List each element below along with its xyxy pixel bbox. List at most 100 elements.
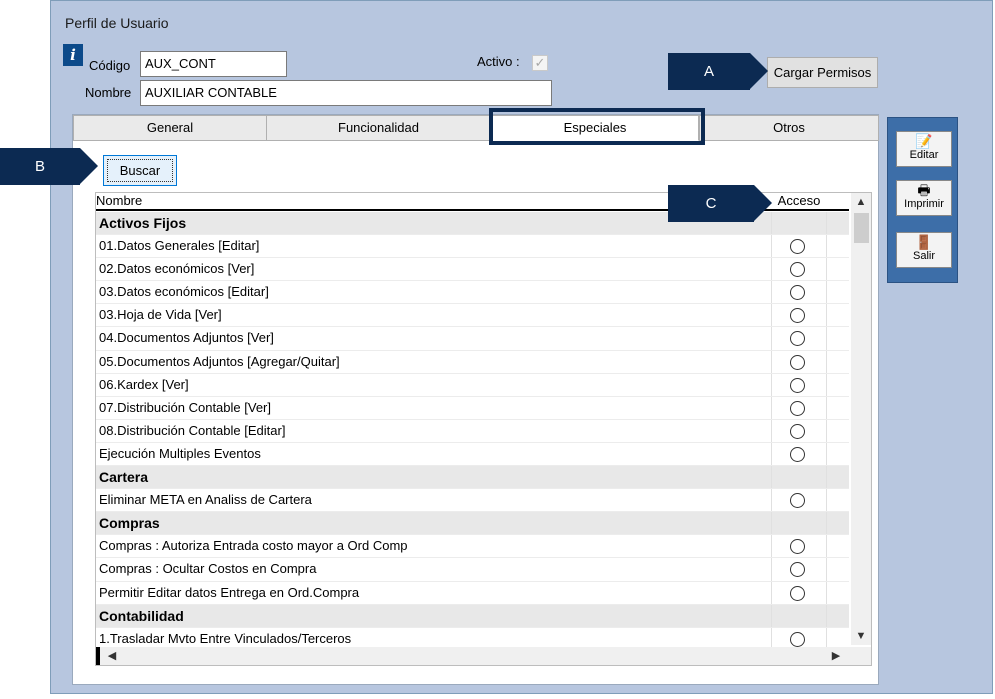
acceso-radio[interactable] bbox=[790, 377, 805, 393]
permission-name: Compras : Ocultar Costos en Compra bbox=[99, 561, 317, 577]
acceso-radio[interactable] bbox=[790, 493, 805, 509]
acceso-cell bbox=[771, 489, 826, 512]
table-row[interactable]: Compras : Ocultar Costos en Compra bbox=[96, 558, 849, 582]
table-row[interactable]: Compras : Autoriza Entrada costo mayor a… bbox=[96, 535, 849, 559]
extra-cell bbox=[826, 442, 849, 466]
table-row[interactable]: 03.Datos económicos [Editar] bbox=[96, 281, 849, 305]
editar-label: Editar bbox=[909, 149, 939, 161]
extra-cell bbox=[826, 604, 849, 627]
text-cursor bbox=[96, 647, 100, 665]
cargar-permisos-button[interactable]: Cargar Permisos bbox=[767, 57, 878, 88]
acceso-radio[interactable] bbox=[790, 262, 805, 278]
codigo-field[interactable]: AUX_CONT bbox=[140, 51, 287, 77]
extra-cell bbox=[826, 466, 849, 489]
horizontal-scrollbar[interactable]: ◀ ▶ bbox=[96, 647, 871, 665]
acceso-radio[interactable] bbox=[790, 285, 805, 301]
nombre-field[interactable]: AUXILIAR CONTABLE bbox=[140, 80, 552, 106]
acceso-radio[interactable] bbox=[790, 585, 805, 601]
acceso-radio[interactable] bbox=[790, 308, 805, 324]
tab-bar: General Funcionalidad Especiales Otros bbox=[73, 115, 879, 141]
table-row[interactable]: 04.Documentos Adjuntos [Ver] bbox=[96, 327, 849, 351]
tab-general[interactable]: General bbox=[73, 115, 267, 141]
scroll-thumb[interactable] bbox=[854, 213, 869, 243]
salir-label: Salir bbox=[912, 250, 935, 262]
table-row[interactable]: 02.Datos económicos [Ver] bbox=[96, 258, 849, 282]
scroll-left-icon[interactable]: ◀ bbox=[103, 647, 121, 665]
tab-otros[interactable]: Otros bbox=[699, 115, 879, 141]
acceso-radio[interactable] bbox=[790, 239, 805, 255]
callout-c: C bbox=[668, 185, 772, 222]
table-row[interactable]: 01.Datos Generales [Editar] bbox=[96, 235, 849, 259]
table-row[interactable]: Ejecución Multiples Eventos bbox=[96, 442, 849, 467]
tab-especiales[interactable]: Especiales bbox=[491, 115, 699, 141]
acceso-radio[interactable] bbox=[790, 446, 805, 462]
acceso-cell bbox=[771, 604, 826, 627]
acceso-cell bbox=[771, 581, 826, 604]
vertical-scrollbar[interactable]: ▲ ▼ bbox=[851, 193, 871, 645]
permission-name: 05.Documentos Adjuntos [Agregar/Quitar] bbox=[99, 353, 340, 369]
editar-button[interactable]: 📝 Editar bbox=[896, 131, 952, 167]
permission-name: 08.Distribución Contable [Editar] bbox=[99, 422, 286, 438]
group-row: Cartera bbox=[96, 466, 849, 490]
callout-a: A bbox=[668, 53, 768, 90]
activo-label: Activo : bbox=[477, 54, 520, 69]
permission-name: 07.Distribución Contable [Ver] bbox=[99, 399, 271, 415]
scroll-down-icon[interactable]: ▼ bbox=[851, 627, 871, 645]
table-row[interactable]: 05.Documentos Adjuntos [Agregar/Quitar] bbox=[96, 350, 849, 374]
table-row[interactable]: 06.Kardex [Ver] bbox=[96, 373, 849, 397]
extra-cell bbox=[826, 535, 849, 558]
table-row[interactable]: Eliminar META en Analiss de Cartera bbox=[96, 489, 849, 513]
buscar-label: Buscar bbox=[107, 159, 173, 182]
acceso-cell bbox=[771, 258, 826, 281]
callout-b: B bbox=[0, 148, 98, 185]
extra-cell bbox=[826, 558, 849, 581]
acceso-radio[interactable] bbox=[790, 631, 805, 647]
buscar-button[interactable]: Buscar bbox=[103, 155, 177, 186]
printer-icon: 🖶 bbox=[917, 182, 931, 198]
acceso-cell bbox=[771, 466, 826, 489]
permission-name: Ejecución Multiples Eventos bbox=[99, 445, 261, 461]
acceso-radio[interactable] bbox=[790, 539, 805, 555]
permission-name: 03.Datos económicos [Editar] bbox=[99, 284, 269, 300]
table-row[interactable]: 03.Hoja de Vida [Ver] bbox=[96, 304, 849, 328]
acceso-cell bbox=[771, 419, 826, 442]
group-label: Cartera bbox=[99, 469, 149, 486]
acceso-cell bbox=[771, 212, 826, 235]
extra-cell bbox=[826, 258, 849, 281]
acceso-cell bbox=[771, 350, 826, 373]
extra-cell bbox=[826, 419, 849, 442]
scroll-right-icon[interactable]: ▶ bbox=[827, 647, 845, 665]
acceso-radio[interactable] bbox=[790, 331, 805, 347]
exit-door-icon: 🚪 bbox=[915, 234, 933, 250]
acceso-cell bbox=[771, 535, 826, 558]
extra-cell bbox=[826, 327, 849, 350]
column-header-nombre[interactable]: Nombre bbox=[96, 193, 142, 209]
permission-name: 06.Kardex [Ver] bbox=[99, 376, 189, 392]
imprimir-button[interactable]: 🖶 Imprimir bbox=[896, 180, 952, 216]
acceso-cell bbox=[771, 396, 826, 419]
acceso-radio[interactable] bbox=[790, 400, 805, 416]
acceso-cell bbox=[771, 235, 826, 258]
tab-funcionalidad[interactable]: Funcionalidad bbox=[266, 115, 491, 141]
acceso-radio[interactable] bbox=[790, 562, 805, 578]
permission-name: 04.Documentos Adjuntos [Ver] bbox=[99, 330, 274, 346]
acceso-cell bbox=[771, 304, 826, 327]
extra-cell bbox=[826, 373, 849, 396]
acceso-cell bbox=[771, 558, 826, 581]
column-header-acceso[interactable]: Acceso bbox=[773, 193, 825, 209]
acceso-radio[interactable] bbox=[790, 423, 805, 439]
permission-name: 02.Datos económicos [Ver] bbox=[99, 261, 255, 277]
group-row: Compras bbox=[96, 512, 849, 536]
table-row[interactable]: 08.Distribución Contable [Editar] bbox=[96, 419, 849, 443]
scroll-up-icon[interactable]: ▲ bbox=[851, 193, 871, 211]
table-row[interactable]: 07.Distribución Contable [Ver] bbox=[96, 396, 849, 420]
extra-cell bbox=[826, 512, 849, 535]
group-row: Contabilidad bbox=[96, 604, 849, 628]
table-row[interactable]: Permitir Editar datos Entrega en Ord.Com… bbox=[96, 581, 849, 605]
salir-button[interactable]: 🚪 Salir bbox=[896, 232, 952, 268]
activo-checkbox[interactable]: ✓ bbox=[532, 55, 548, 71]
extra-cell bbox=[826, 396, 849, 419]
extra-cell bbox=[826, 489, 849, 512]
group-label: Compras bbox=[99, 515, 160, 532]
acceso-radio[interactable] bbox=[790, 354, 805, 370]
